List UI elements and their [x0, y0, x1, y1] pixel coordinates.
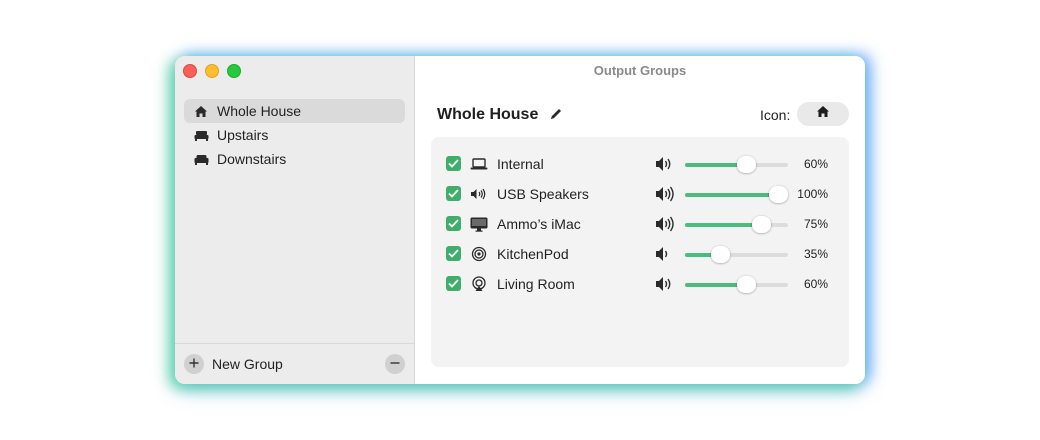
house-icon	[816, 105, 830, 123]
close-button[interactable]	[183, 64, 197, 78]
plus-icon	[189, 355, 199, 373]
sidebar-item-upstairs[interactable]: Upstairs	[184, 123, 405, 147]
volume-percent: 60%	[803, 277, 828, 291]
device-name: Ammo’s iMac	[497, 216, 581, 232]
sofa-icon	[193, 152, 209, 166]
volume-slider[interactable]	[685, 276, 788, 293]
pencil-icon[interactable]	[548, 106, 564, 122]
device-checkbox[interactable]	[446, 156, 461, 171]
device-checkbox[interactable]	[446, 246, 461, 261]
volume-knob[interactable]	[737, 156, 756, 173]
device-row: Living Room 60%	[431, 269, 849, 299]
device-checkbox[interactable]	[446, 186, 461, 201]
device-row: USB Speakers 100%	[431, 179, 849, 209]
volume-slider[interactable]	[685, 156, 788, 173]
device-checkbox[interactable]	[446, 216, 461, 231]
laptop-icon	[469, 155, 489, 173]
output-groups-window: Whole House Upstairs Downstairs New Grou…	[175, 56, 865, 384]
maximize-button[interactable]	[227, 64, 241, 78]
device-name: Internal	[497, 156, 544, 172]
main-pane: Output Groups Whole House Icon: Internal	[415, 56, 865, 384]
device-row: Internal 60%	[431, 149, 849, 179]
minus-icon	[390, 355, 400, 373]
bed-icon	[193, 128, 209, 142]
icon-picker-button[interactable]	[797, 102, 849, 126]
group-list: Whole House Upstairs Downstairs	[184, 99, 405, 171]
volume-knob[interactable]	[769, 186, 788, 203]
speaker-icon	[469, 185, 489, 203]
window-controls	[183, 64, 241, 78]
volume-icon	[654, 275, 676, 293]
volume-slider[interactable]	[685, 216, 788, 233]
sidebar-item-downstairs[interactable]: Downstairs	[184, 147, 405, 171]
volume-fill	[685, 223, 762, 227]
sidebar-item-label: Whole House	[217, 103, 302, 119]
volume-percent: 60%	[803, 157, 828, 171]
sidebar-item-label: Downstairs	[217, 151, 287, 167]
volume-knob[interactable]	[737, 276, 756, 293]
device-list: Internal 60% USB Speakers 100% Ammo’s iM…	[431, 137, 849, 367]
volume-slider[interactable]	[685, 186, 788, 203]
volume-icon	[654, 215, 676, 233]
device-name: KitchenPod	[497, 246, 569, 262]
imac-icon	[469, 215, 489, 233]
device-name: USB Speakers	[497, 186, 589, 202]
icon-label: Icon:	[760, 107, 791, 123]
volume-percent: 75%	[803, 217, 828, 231]
minimize-button[interactable]	[205, 64, 219, 78]
sidebar-footer: New Group	[175, 343, 414, 384]
volume-slider[interactable]	[685, 246, 788, 263]
house-icon	[193, 104, 209, 118]
homepod-icon	[469, 245, 489, 263]
volume-icon	[654, 185, 676, 203]
device-row: KitchenPod 35%	[431, 239, 849, 269]
remove-group-button[interactable]	[385, 354, 405, 374]
sidebar: Whole House Upstairs Downstairs New Grou…	[175, 56, 415, 384]
volume-percent: 100%	[797, 187, 828, 201]
device-row: Ammo’s iMac 75%	[431, 209, 849, 239]
volume-knob[interactable]	[711, 246, 730, 263]
device-name: Living Room	[497, 276, 575, 292]
window-title: Output Groups	[593, 63, 687, 78]
sidebar-item-whole-house[interactable]: Whole House	[184, 99, 405, 123]
volume-icon	[654, 245, 676, 263]
volume-icon	[654, 155, 676, 173]
new-group-label[interactable]: New Group	[212, 356, 283, 372]
volume-percent: 35%	[803, 247, 828, 261]
group-name: Whole House	[437, 106, 539, 123]
sidebar-item-label: Upstairs	[217, 127, 269, 143]
volume-knob[interactable]	[752, 216, 771, 233]
add-group-button[interactable]	[184, 354, 204, 374]
device-checkbox[interactable]	[446, 276, 461, 291]
airplay-icon	[469, 275, 489, 293]
